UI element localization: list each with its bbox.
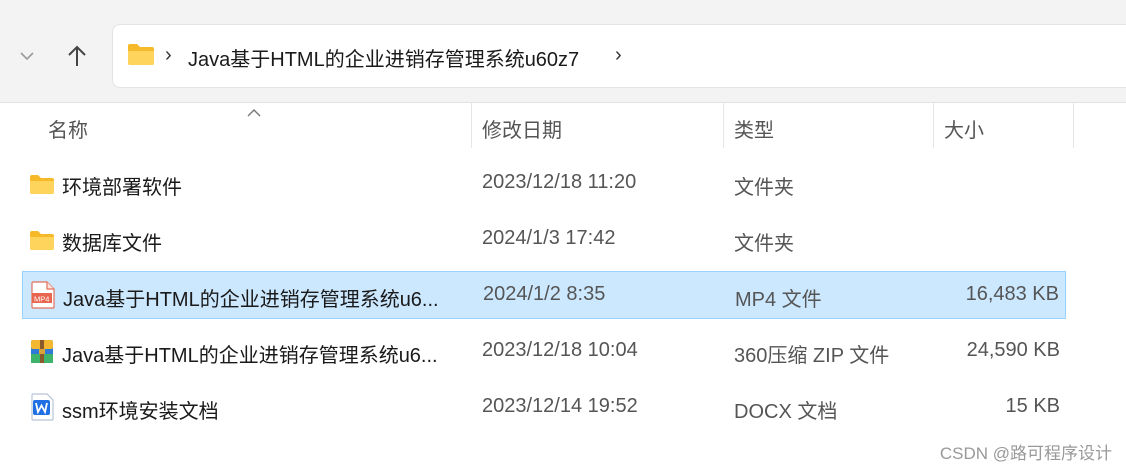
file-date: 2023/12/18 10:04: [482, 339, 638, 361]
toolbar: › Java基于HTML的企业进销存管理系统u60z7 ›: [0, 0, 1126, 103]
file-date: 2023/12/18 11:20: [482, 171, 637, 193]
file-name: Java基于HTML的企业进销存管理系统u6...: [63, 289, 439, 311]
zip-archive-icon: [31, 340, 53, 363]
file-row[interactable]: 环境部署软件 2023/12/18 11:20 文件夹: [22, 160, 1066, 206]
column-divider[interactable]: [723, 102, 724, 148]
file-name: 数据库文件: [62, 233, 162, 255]
breadcrumb-current-folder[interactable]: Java基于HTML的企业进销存管理系统u60z7: [188, 43, 579, 72]
file-size: 24,590 KB: [966, 339, 1060, 361]
column-size-header[interactable]: 大小: [944, 114, 984, 143]
word-document-icon: [31, 393, 54, 421]
file-type: 360压缩 ZIP 文件: [734, 345, 890, 367]
mp4-file-icon: MP4: [31, 281, 55, 309]
folder-icon: [30, 175, 54, 194]
svg-text:MP4: MP4: [34, 295, 49, 304]
column-name-header[interactable]: 名称: [48, 114, 88, 143]
column-divider[interactable]: [1073, 102, 1074, 148]
column-date-header[interactable]: 修改日期: [482, 114, 562, 143]
file-size: 16,483 KB: [965, 283, 1059, 305]
file-row[interactable]: ssm环境安装文档 2023/12/14 19:52 DOCX 文档 15 KB: [22, 384, 1066, 430]
file-type: MP4 文件: [735, 289, 822, 311]
folder-icon: [30, 231, 54, 250]
file-size: 15 KB: [1005, 395, 1060, 417]
column-divider[interactable]: [471, 102, 472, 148]
file-row[interactable]: 数据库文件 2024/1/3 17:42 文件夹: [22, 216, 1066, 262]
file-type: 文件夹: [734, 233, 794, 255]
breadcrumb-expand-chevron[interactable]: ›: [615, 44, 622, 67]
file-name: Java基于HTML的企业进销存管理系统u6...: [62, 345, 438, 367]
breadcrumb-separator: ›: [165, 44, 172, 66]
column-type-header[interactable]: 类型: [734, 114, 774, 143]
file-type: 文件夹: [734, 177, 794, 199]
file-name: ssm环境安装文档: [62, 401, 219, 423]
watermark: CSDN @路可程序设计: [939, 444, 1112, 463]
address-bar[interactable]: › Java基于HTML的企业进销存管理系统u60z7 ›: [112, 24, 1126, 88]
folder-icon: [128, 44, 154, 65]
file-name: 环境部署软件: [62, 177, 182, 199]
file-row[interactable]: Java基于HTML的企业进销存管理系统u6... 2023/12/18 10:…: [22, 328, 1066, 374]
file-type: DOCX 文档: [734, 401, 838, 423]
column-divider[interactable]: [933, 102, 934, 148]
column-header: 名称 修改日期 类型 大小: [0, 102, 1126, 148]
file-date: 2024/1/3 17:42: [482, 227, 616, 249]
chevron-down-icon[interactable]: [12, 38, 42, 74]
file-date: 2024/1/2 8:35: [483, 283, 606, 305]
file-row-selected[interactable]: MP4 Java基于HTML的企业进销存管理系统u6... 2024/1/2 8…: [22, 271, 1066, 319]
file-date: 2023/12/14 19:52: [482, 395, 638, 417]
up-arrow-icon[interactable]: [60, 38, 94, 74]
